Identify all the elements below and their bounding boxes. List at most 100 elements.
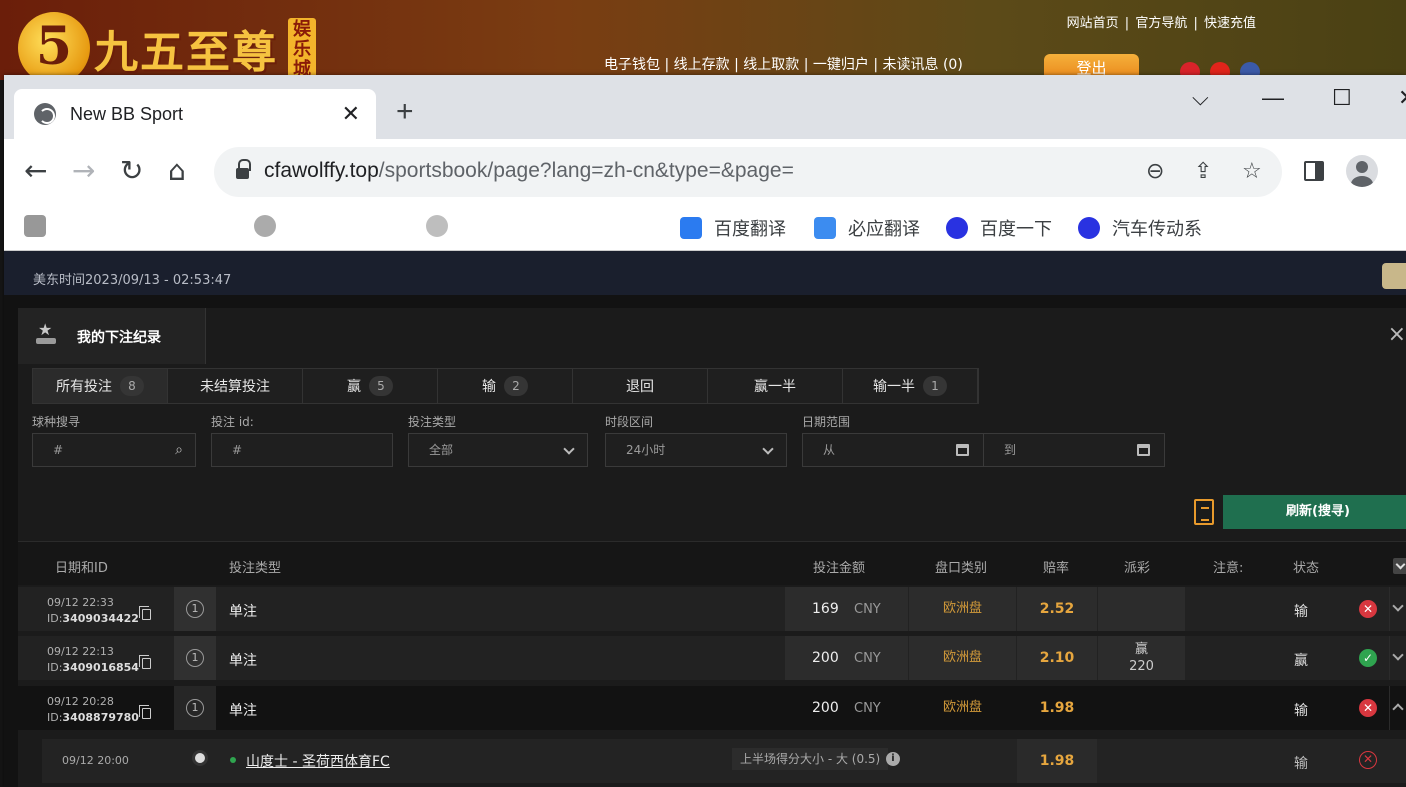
payout-amount: 220 <box>1129 659 1154 674</box>
home-icon[interactable]: ⌂ <box>168 157 186 185</box>
chevron-down-icon <box>762 443 774 455</box>
time-period-select[interactable]: 24小时 <box>605 433 787 467</box>
bet-id-input[interactable]: # <box>211 433 393 467</box>
tab-label: 赢 <box>347 379 361 395</box>
profile-avatar-icon[interactable] <box>1346 155 1378 187</box>
tab-close-icon[interactable]: ✕ <box>342 101 360 127</box>
search-icon[interactable]: ⌕ <box>175 434 183 466</box>
tab-unsettled[interactable]: 未结算投注 <box>168 369 303 403</box>
date-from-placeholder: 从 <box>823 443 836 457</box>
side-panel-icon[interactable] <box>1304 161 1324 181</box>
bet-selection: 上半场得分大小 - 大 (0.5) <box>732 748 889 770</box>
bet-id-prefix: ID: <box>47 612 63 625</box>
table-row[interactable]: 09/12 20:28 ID:3408879780 1 单注 200 CNY 欧洲… <box>18 686 1406 730</box>
tab-half-lost[interactable]: 输一半 1 <box>843 369 978 403</box>
table-row[interactable]: 09/12 22:13 ID:3409016854 1 单注 200 CNY 欧洲… <box>18 636 1406 680</box>
reload-icon[interactable]: ↻ <box>120 157 143 185</box>
calendar-icon[interactable] <box>956 444 969 456</box>
column-bet-type: 投注类型 <box>229 561 282 576</box>
bookmark-baidu-translate[interactable]: 百度翻译 <box>680 215 786 241</box>
new-tab-button[interactable]: + <box>396 97 414 127</box>
bing-translate-icon <box>814 217 836 239</box>
official-nav-link[interactable]: 官方导航 <box>1133 16 1189 31</box>
bet-datetime: 09/12 20:28 ID:3408879780 <box>47 694 139 726</box>
online-withdraw-link[interactable]: 线上取款 <box>743 57 799 73</box>
bookmark-star-icon[interactable]: ☆ <box>1242 159 1262 184</box>
site-nav-links: 电子钱包 | 线上存款 | 线上取款 | 一键归户 | 未读讯息 (0) <box>604 57 963 73</box>
sport-search-input[interactable]: # ⌕ <box>32 433 196 467</box>
share-icon[interactable]: ⇪ <box>1194 159 1212 184</box>
bookmark-bing-translate[interactable]: 必应翻译 <box>814 215 920 241</box>
one-click-transfer-link[interactable]: 一键归户 <box>813 57 869 73</box>
online-deposit-link[interactable]: 线上存款 <box>674 57 730 73</box>
table-row[interactable]: 09/12 22:33 ID:3409034422 1 单注 169 CNY 欧洲… <box>18 587 1406 631</box>
forward-arrow-icon[interactable]: → <box>72 157 95 185</box>
column-note: 注意: <box>1213 561 1244 576</box>
currency: CNY <box>854 701 881 716</box>
lock-icon[interactable] <box>236 159 251 180</box>
browser-tab[interactable]: New BB Sport ✕ <box>14 89 376 139</box>
leg-count-badge: 1 <box>186 649 204 667</box>
bookmark-car-drivetrain[interactable]: 汽车传动系 <box>1078 215 1202 241</box>
expand-chevron-icon[interactable] <box>1389 636 1406 680</box>
match-link[interactable]: 山度士 - 圣荷西体育FC <box>246 751 390 771</box>
tab-half-won[interactable]: 赢一半 <box>708 369 843 403</box>
column-toggle-icon[interactable] <box>1393 558 1406 574</box>
minimize-icon[interactable]: — <box>1262 85 1284 111</box>
corner-tab[interactable] <box>1382 263 1406 289</box>
copy-icon[interactable] <box>139 705 151 719</box>
tab-won[interactable]: 赢5 <box>303 369 438 403</box>
leg-count-cell: 1 <box>174 587 216 631</box>
calendar-icon[interactable] <box>1137 444 1150 456</box>
site-header: 5 九五至尊 娱乐城 网站首页 | 官方导航 | 快速充值 电子钱包 | 线上存… <box>0 0 1406 84</box>
quick-recharge-link[interactable]: 快速充值 <box>1202 16 1258 31</box>
clipboard-icon[interactable] <box>1194 499 1214 525</box>
bet-datetime: 09/12 22:13 ID:3409016854 <box>47 644 139 676</box>
status-text: 输 <box>1294 604 1308 620</box>
unread-messages-link[interactable]: 未读讯息 (0) <box>883 57 963 73</box>
bookmark-faded-1[interactable] <box>24 215 58 237</box>
odds-value: 2.52 <box>1017 587 1097 631</box>
tab-count-badge: 8 <box>120 376 144 396</box>
leg-count-badge: 1 <box>186 699 204 717</box>
odds-value: 1.98 <box>1017 686 1097 730</box>
copy-icon[interactable] <box>139 606 151 620</box>
bet-amount-cell: 200 CNY <box>785 686 908 730</box>
window-close-icon[interactable]: ✕ <box>1398 85 1406 111</box>
logo-badge: 娱乐城 <box>288 18 316 80</box>
collapse-chevron-icon[interactable] <box>1389 686 1406 730</box>
site-logo[interactable]: 5 九五至尊 娱乐城 <box>18 12 316 84</box>
bet-type-label: 投注类型 <box>408 415 457 429</box>
date-to-input[interactable]: 到 <box>983 433 1165 467</box>
copy-icon[interactable] <box>139 655 151 669</box>
e-wallet-link[interactable]: 电子钱包 <box>604 57 660 73</box>
expand-chevron-icon[interactable] <box>1389 587 1406 631</box>
zoom-out-icon[interactable]: ⊖ <box>1146 159 1164 184</box>
lose-x-icon: ✕ <box>1359 699 1377 717</box>
info-icon[interactable]: i <box>886 752 900 766</box>
address-bar[interactable]: cfawolffy.top/sportsbook/page?lang=zh-cn… <box>214 147 1282 197</box>
bookmarks-bar: 百度翻译 必应翻译 百度一下 汽车传动系 <box>4 205 1406 251</box>
bookmark-faded-2[interactable] <box>254 215 288 237</box>
refresh-search-button[interactable]: 刷新(搜寻) <box>1223 495 1406 529</box>
home-link[interactable]: 网站首页 <box>1065 16 1121 31</box>
tab-refunded[interactable]: 退回 <box>573 369 708 403</box>
bet-amount: 169 <box>812 601 839 617</box>
bet-id-value: 3409034422 <box>62 612 139 625</box>
url-text[interactable]: cfawolffy.top/sportsbook/page?lang=zh-cn… <box>264 159 794 183</box>
bet-history-modal: 我的下注纪录 × 所有投注8 未结算投注 赢5 输2 退回 赢一半 输一半1 球… <box>18 308 1406 787</box>
bookmark-baidu[interactable]: 百度一下 <box>946 215 1052 241</box>
bet-type-select[interactable]: 全部 <box>408 433 588 467</box>
tab-search-chevron-icon[interactable]: ⌵ <box>1192 85 1209 111</box>
tab-lost[interactable]: 输2 <box>438 369 573 403</box>
back-arrow-icon[interactable]: ← <box>24 157 47 185</box>
tab-label: 输一半 <box>873 379 915 395</box>
maximize-icon[interactable]: ☐ <box>1332 85 1352 111</box>
tab-label: 退回 <box>626 379 654 395</box>
modal-close-icon[interactable]: × <box>1388 322 1406 347</box>
tab-all-bets[interactable]: 所有投注 8 <box>33 369 168 403</box>
date-from-input[interactable]: 从 <box>802 433 984 467</box>
payout-cell <box>1098 686 1185 730</box>
bookmark-faded-3[interactable] <box>426 215 460 237</box>
bookmark-label: 必应翻译 <box>848 219 920 240</box>
